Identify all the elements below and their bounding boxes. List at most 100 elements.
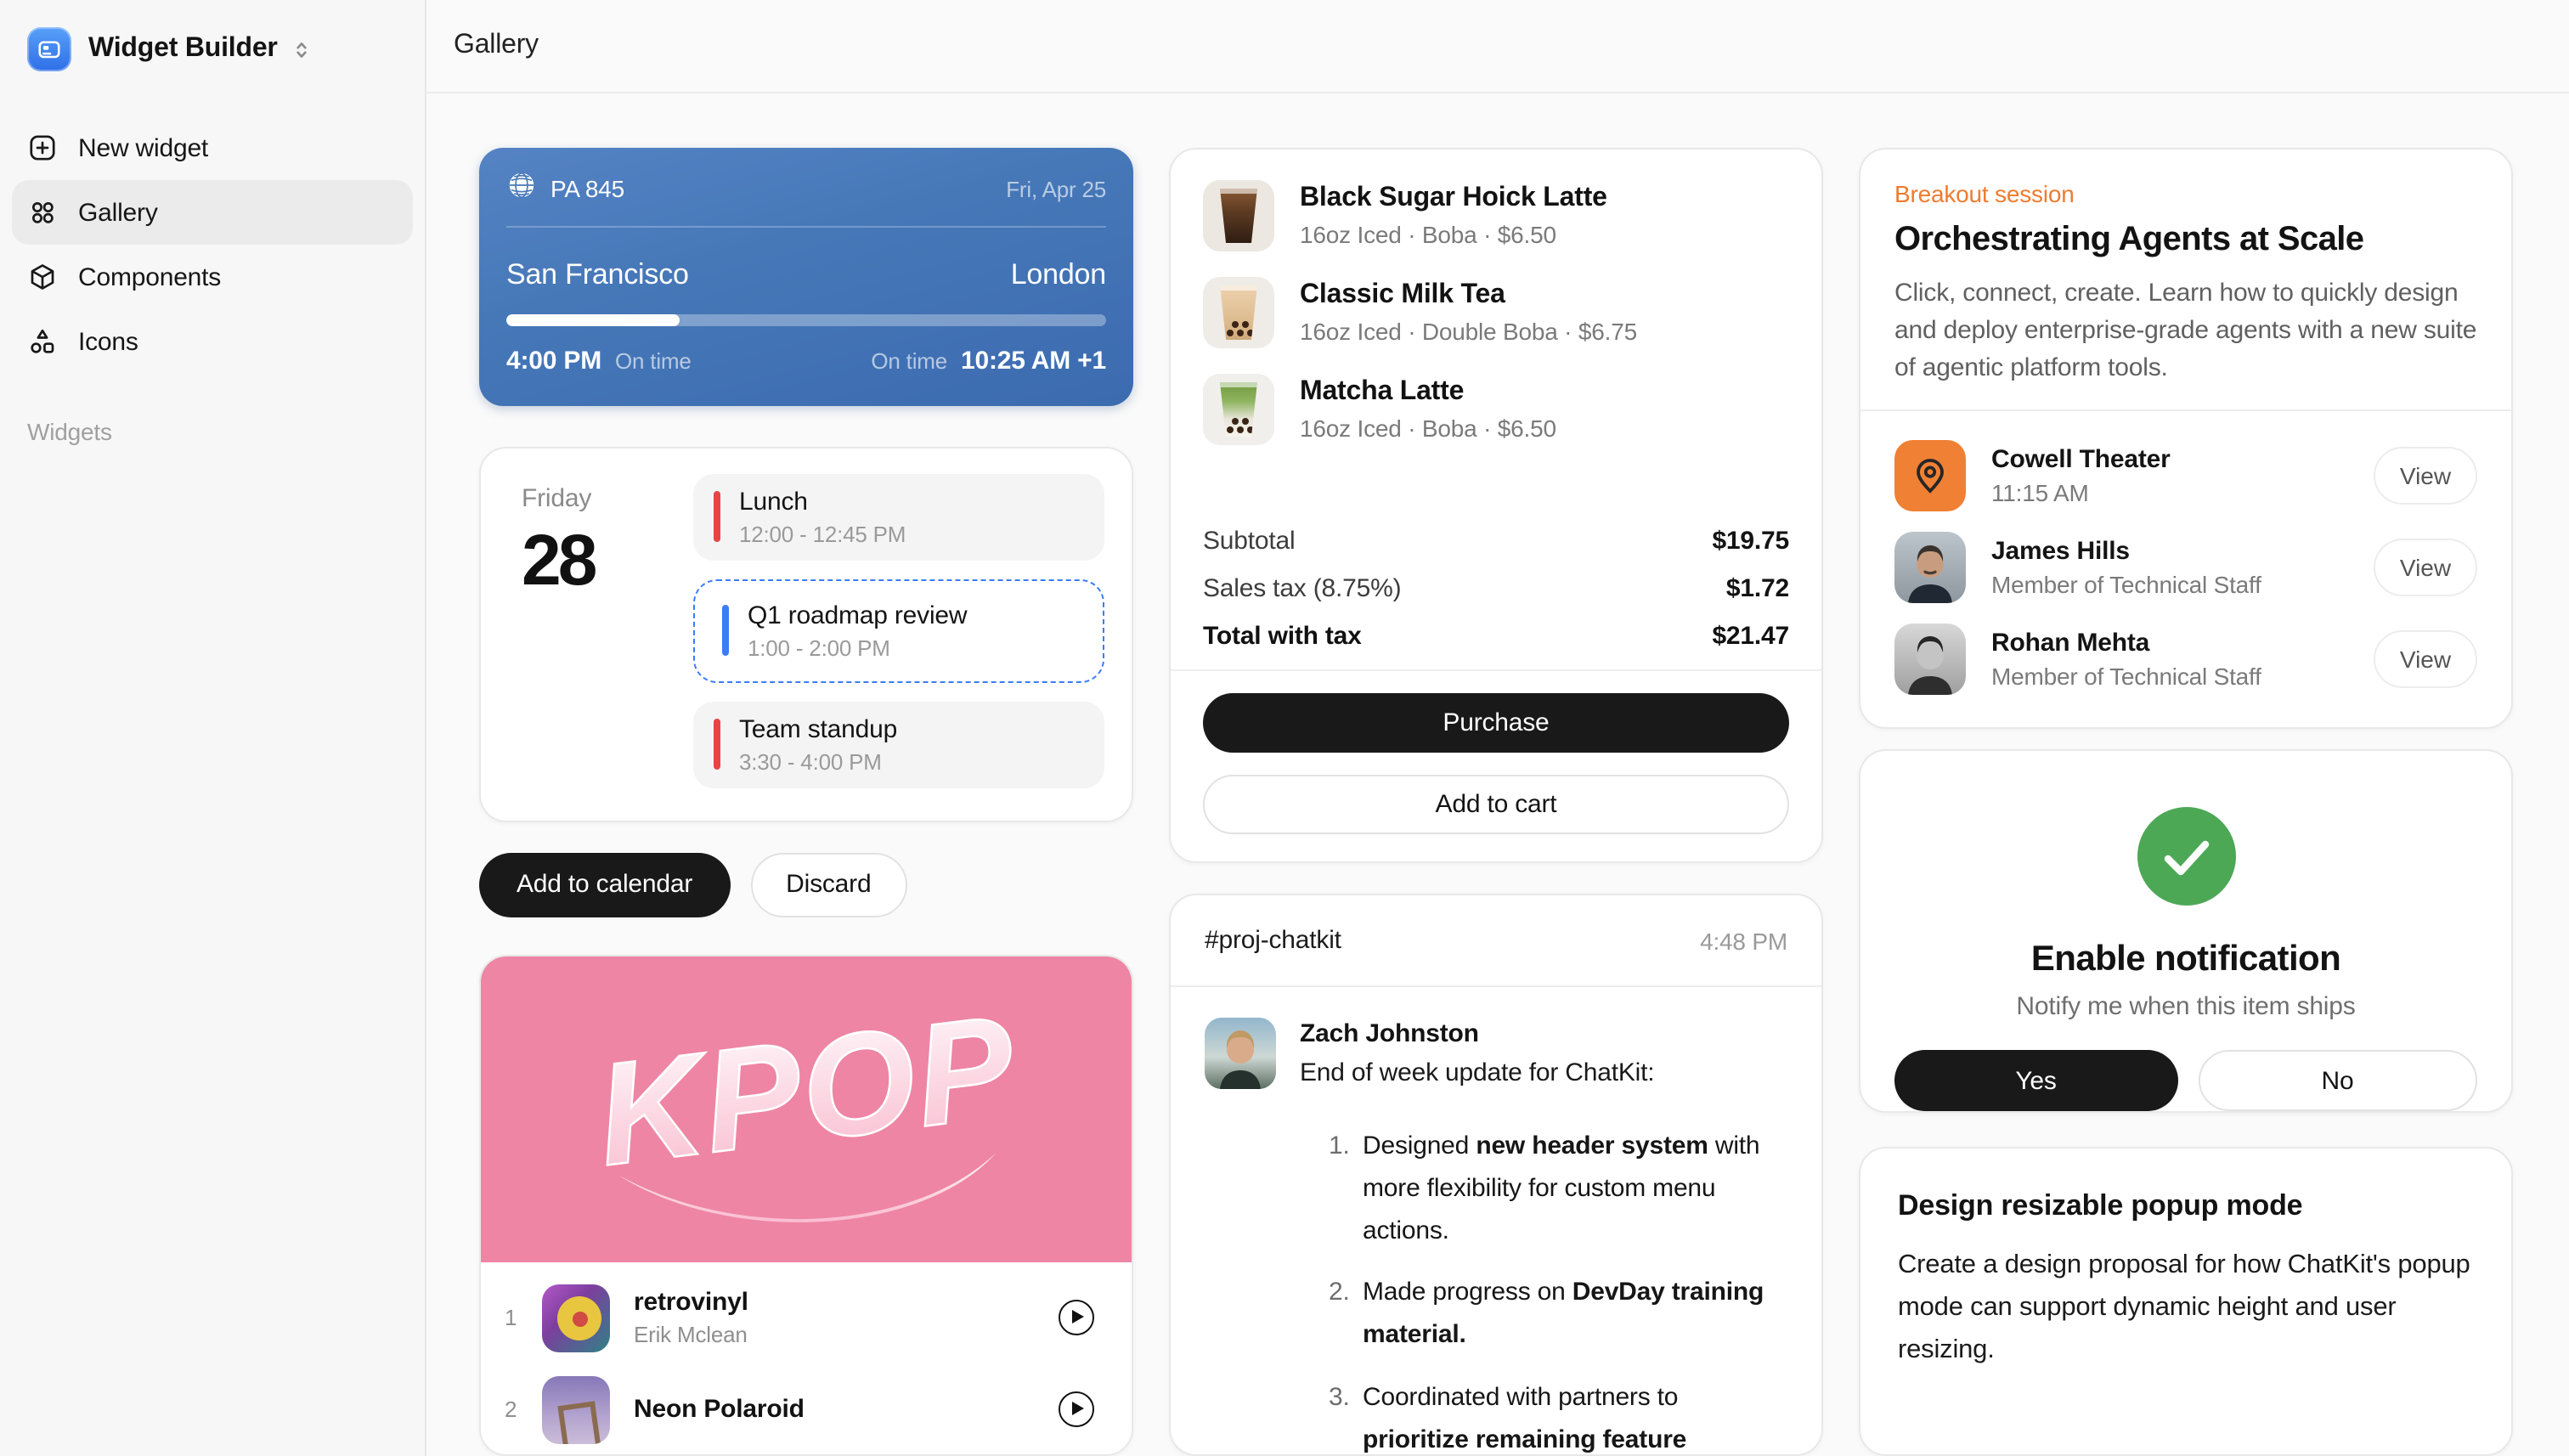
sidebar-item-label: Icons <box>78 327 138 356</box>
app-title: Widget Builder <box>88 34 278 65</box>
sidebar-item-new-widget[interactable]: New widget <box>12 116 413 180</box>
notification-subtitle: Notify me when this item ships <box>1894 992 2477 1021</box>
sidebar-item-components[interactable]: Components <box>12 245 413 309</box>
update-list: Designed new header system with more fle… <box>1329 1126 1787 1456</box>
track-list: 1 retrovinyl Erik Mclean 2 <box>481 1261 1132 1455</box>
view-button[interactable]: View <box>2374 448 2477 505</box>
track-art-polaroid <box>542 1375 610 1443</box>
track-row[interactable]: 1 retrovinyl Erik Mclean <box>505 1272 1108 1363</box>
flight-progress-fill <box>506 314 680 326</box>
event-time: 12:00 - 12:45 PM <box>739 521 906 546</box>
subtotal-label: Subtotal <box>1203 526 1296 555</box>
flight-destination: London <box>1011 258 1106 292</box>
kpop-cover-art: KPOP <box>481 956 1132 1261</box>
item-meta: 16oz Iced · Boba · $6.50 <box>1300 415 1556 442</box>
calendar-event-q1-roadmap[interactable]: Q1 roadmap review 1:00 - 2:00 PM <box>702 587 1096 674</box>
avatar-zach-johnston <box>1205 1018 1276 1089</box>
event-color-bar <box>714 491 720 542</box>
notification-widget: Enable notification Notify me when this … <box>1859 749 2513 1113</box>
flight-date: Fri, Apr 25 <box>1006 176 1106 201</box>
update-item: Coordinated with partners to prioritize … <box>1329 1378 1787 1456</box>
message-author: Zach Johnston <box>1300 1019 1654 1048</box>
no-button[interactable]: No <box>2198 1050 2477 1111</box>
chat-message: Zach Johnston End of week update for Cha… <box>1171 987 1821 1456</box>
track-row[interactable]: 2 Neon Polaroid <box>505 1363 1108 1455</box>
session-label: Breakout session <box>1894 180 2477 207</box>
chat-widget: #proj-chatkit 4:48 PM <box>1169 894 1823 1456</box>
gallery-dots-icon <box>27 197 58 228</box>
plus-square-icon <box>27 133 58 163</box>
event-color-bar <box>722 605 729 656</box>
calendar-event-standup[interactable]: Team standup 3:30 - 4:00 PM <box>693 701 1104 787</box>
yes-button[interactable]: Yes <box>1894 1050 2177 1111</box>
item-meta: 16oz Iced · Boba · $6.50 <box>1300 221 1607 248</box>
flight-number: PA 845 <box>550 175 624 202</box>
page-header: Gallery <box>426 0 2569 93</box>
app-switcher-icon[interactable] <box>291 38 313 60</box>
event-title: Q1 roadmap review <box>748 601 967 631</box>
event-color-bar <box>714 719 720 770</box>
track-title: retrovinyl <box>634 1288 1059 1317</box>
success-check-icon <box>2135 805 2237 916</box>
flight-divider <box>506 226 1106 228</box>
track-title: Neon Polaroid <box>634 1395 1059 1424</box>
order-item: Matcha Latte 16oz Iced · Boba · $6.50 <box>1203 374 1789 445</box>
sidebar-item-icons[interactable]: Icons <box>12 309 413 374</box>
channel-name: #proj-chatkit <box>1205 926 1341 955</box>
session-speaker-row: James Hills Member of Technical Staff Vi… <box>1894 524 2477 612</box>
item-name: Matcha Latte <box>1300 377 1556 408</box>
track-index: 2 <box>505 1397 532 1422</box>
svg-text:KPOP: KPOP <box>588 985 1023 1196</box>
order-item: Classic Milk Tea 16oz Iced · Double Boba… <box>1203 277 1789 348</box>
location-time: 11:15 AM <box>1991 480 2374 507</box>
discard-button[interactable]: Discard <box>750 852 906 917</box>
depart-status: On time <box>615 348 692 374</box>
view-button[interactable]: View <box>2374 631 2477 689</box>
track-artist: Erik Mclean <box>634 1322 1059 1347</box>
event-time: 3:30 - 4:00 PM <box>739 748 897 774</box>
speaker-name: Rohan Mehta <box>1991 629 2374 658</box>
session-divider <box>1860 410 2511 412</box>
flight-origin: San Francisco <box>506 258 689 292</box>
track-art-vinyl <box>542 1284 610 1352</box>
sidebar: Widget Builder New widget Gallery <box>0 0 426 1456</box>
calendar-widget: Friday 28 Lunch 12:00 - 12:45 PM <box>479 446 1133 821</box>
speaker-role: Member of Technical Staff <box>1991 572 2374 599</box>
sidebar-item-gallery[interactable]: Gallery <box>12 180 413 245</box>
update-item: Made progress on DevDay training materia… <box>1329 1273 1787 1357</box>
add-to-calendar-button[interactable]: Add to calendar <box>479 852 730 917</box>
order-summary: Subtotal $19.75 Sales tax (8.75%) $1.72 … <box>1203 516 1789 659</box>
location-name: Cowell Theater <box>1991 446 2374 475</box>
gallery-content: PA 845 Fri, Apr 25 San Francisco London … <box>426 93 2569 1456</box>
calendar-events: Lunch 12:00 - 12:45 PM Q1 roadmap review… <box>693 473 1104 794</box>
speaker-name: James Hills <box>1991 538 2374 567</box>
view-button[interactable]: View <box>2374 539 2477 597</box>
play-icon[interactable] <box>1059 1391 1094 1427</box>
event-title: Team standup <box>739 714 897 745</box>
calendar-event-selected-outline[interactable]: Q1 roadmap review 1:00 - 2:00 PM <box>693 578 1104 682</box>
task-title: Design resizable popup mode <box>1898 1189 2474 1223</box>
session-location-row: Cowell Theater 11:15 AM View <box>1894 432 2477 521</box>
tax-value: $1.72 <box>1726 573 1789 602</box>
depart-time: 4:00 PM <box>506 347 601 375</box>
calendar-event-lunch[interactable]: Lunch 12:00 - 12:45 PM <box>693 473 1104 560</box>
sidebar-item-label: Gallery <box>78 198 158 227</box>
play-icon[interactable] <box>1059 1300 1094 1335</box>
main-area: Gallery PA 845 Fri, Apr 25 San Francisco <box>426 0 2569 1456</box>
notification-title: Enable notification <box>1894 940 2477 980</box>
task-widget: Design resizable popup mode Create a des… <box>1859 1147 2513 1456</box>
cube-icon <box>27 262 58 292</box>
message-timestamp: 4:48 PM <box>1700 927 1787 954</box>
add-to-cart-button[interactable]: Add to cart <box>1203 775 1789 834</box>
column-3: Breakout session Orchestrating Agents at… <box>1859 148 2513 1456</box>
drink-photo-milk-tea <box>1203 277 1274 348</box>
sidebar-item-label: Components <box>78 262 221 291</box>
calendar-day-number: 28 <box>522 519 693 601</box>
total-value: $21.47 <box>1712 621 1789 650</box>
session-description: Click, connect, create. Learn how to qui… <box>1894 275 2477 387</box>
item-name: Classic Milk Tea <box>1300 280 1637 311</box>
sidebar-item-label: New widget <box>78 133 208 162</box>
purchase-button[interactable]: Purchase <box>1203 693 1789 753</box>
calendar-day-name: Friday <box>522 483 693 512</box>
session-title: Orchestrating Agents at Scale <box>1894 221 2477 260</box>
